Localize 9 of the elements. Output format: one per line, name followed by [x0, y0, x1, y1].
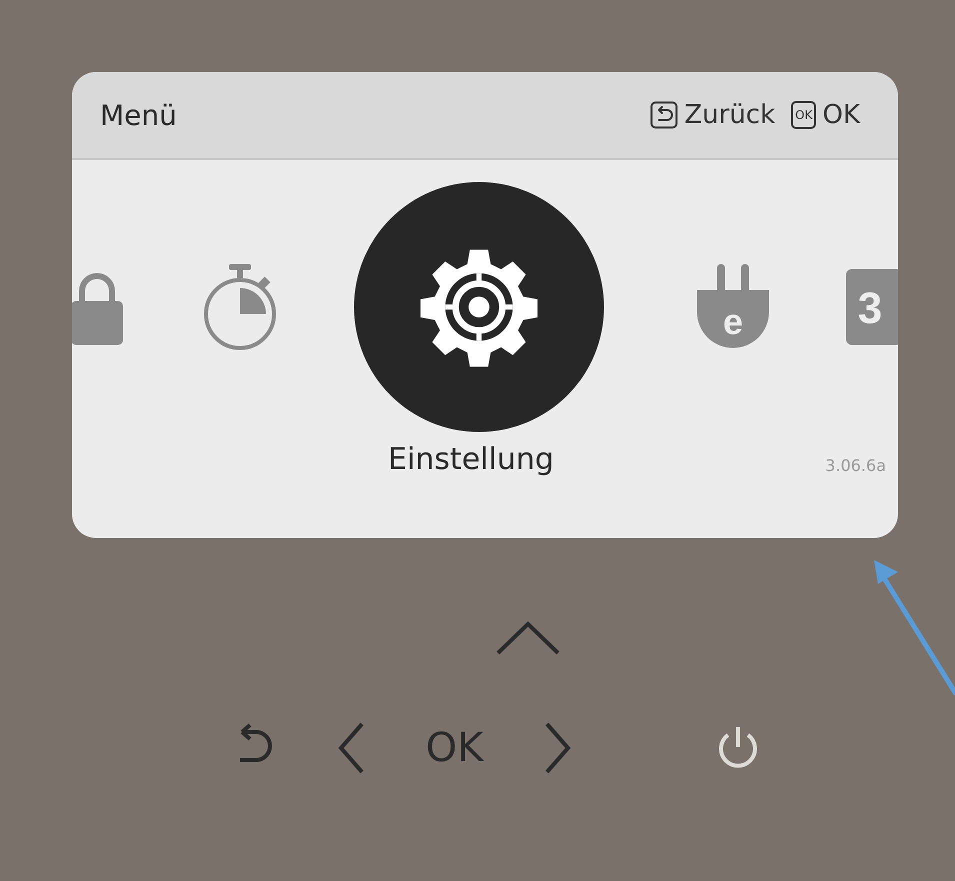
calendar-icon[interactable]: 3	[844, 267, 898, 347]
back-key-icon	[650, 101, 678, 129]
selected-item-label: Einstellung	[388, 442, 554, 477]
back-hint: Zurück	[684, 100, 776, 130]
ok-key-icon: OK	[791, 101, 816, 129]
version-number: 3.06.6a	[825, 456, 886, 477]
ok-button[interactable]: OK	[426, 725, 484, 771]
menu-title: Menü	[100, 98, 177, 132]
ok-hint: OK	[822, 100, 860, 130]
